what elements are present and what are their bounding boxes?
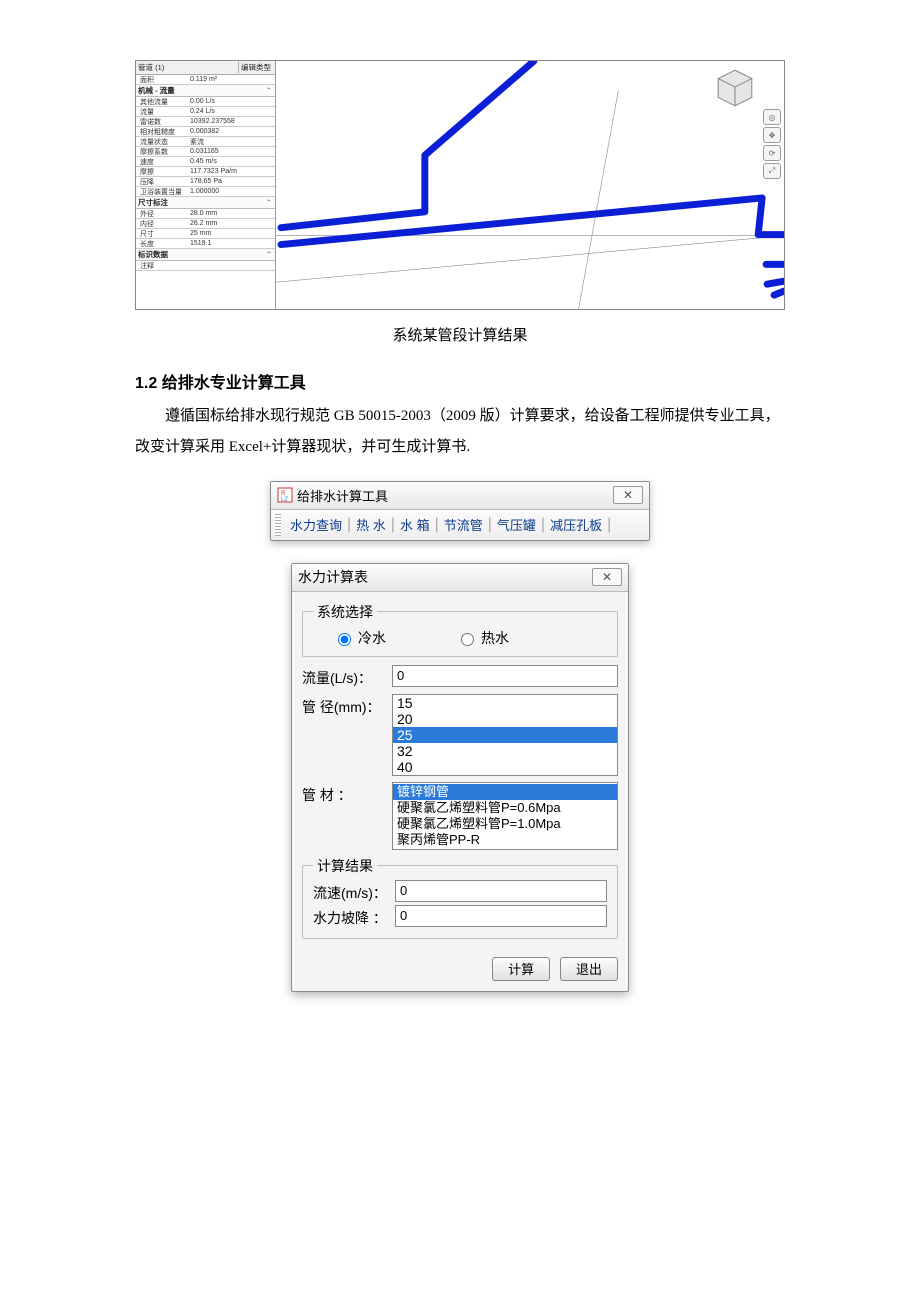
collapse-icon[interactable]: ⌃	[266, 250, 272, 259]
nav-orbit-icon[interactable]: ⟳	[763, 145, 781, 161]
list-item[interactable]: 40	[393, 759, 617, 775]
section-mech-flow[interactable]: 机械 - 流量⌃	[136, 85, 275, 97]
collapse-icon[interactable]: ⌃	[266, 86, 272, 95]
list-item[interactable]: 50	[393, 775, 617, 776]
list-item[interactable]: 25	[393, 727, 617, 743]
section-heading: 1.2 给排水专业计算工具	[135, 369, 785, 393]
close-button[interactable]: ✕	[613, 486, 643, 504]
paragraph: 遵循国标给排水现行规范 GB 50015-2003（2009 版）计算要求，给设…	[135, 401, 785, 463]
tool-water-tank[interactable]: 水 箱	[397, 515, 433, 534]
drainage-tool-toolbar: RLZ 给排水计算工具 ✕ 水力查询| 热 水| 水 箱| 节流管| 气压罐| …	[270, 481, 650, 541]
list-item[interactable]: 15	[393, 695, 617, 711]
group-label: 计算结果	[313, 856, 377, 876]
close-button[interactable]: ✕	[592, 568, 622, 586]
prop-key: 面积	[136, 75, 188, 85]
exit-button[interactable]: 退出	[560, 957, 618, 981]
revit-screenshot: 管道 (1) 编辑类型 面积0.119 m² 机械 - 流量⌃ 其他流量0.00…	[135, 60, 785, 310]
tool-pressure-tank[interactable]: 气压罐	[494, 515, 539, 534]
radio-cold[interactable]: 冷水	[333, 628, 386, 648]
tool-hydraulic-query[interactable]: 水力查询	[287, 515, 345, 534]
section-dimensions[interactable]: 尺寸标注⌃	[136, 197, 275, 209]
slope-output[interactable]	[395, 905, 607, 927]
app-icon: RLZ	[277, 487, 293, 503]
list-item[interactable]: 聚丙烯管PP-R	[393, 832, 617, 848]
toolbar-title: 给排水计算工具	[297, 486, 388, 505]
edit-type-button[interactable]: 编辑类型	[239, 62, 273, 73]
material-listbox[interactable]: 镀锌钢管 硬聚氯乙烯塑料管P=0.6Mpa 硬聚氯乙烯塑料管P=1.0Mpa 聚…	[392, 782, 618, 850]
list-item[interactable]: 20	[393, 711, 617, 727]
radio-cold-input[interactable]	[338, 633, 351, 646]
result-group: 计算结果 流速(m/s)： 水力坡降 ：	[302, 856, 618, 939]
view-cube[interactable]	[714, 67, 756, 109]
hydraulic-calc-dialog: 水力计算表 ✕ 系统选择 冷水 热水 流量(L/s)： 管 径(mm)： 15	[291, 563, 629, 992]
nav-tools: ◎ ✥ ⟳ ⤢	[763, 109, 781, 181]
system-select-group: 系统选择 冷水 热水	[302, 602, 618, 657]
list-item[interactable]: 硬聚氯乙烯塑料管P=1.0Mpa	[393, 816, 617, 832]
figure-caption: 系统某管段计算结果	[135, 324, 785, 345]
dialog-title: 水力计算表	[298, 567, 368, 587]
radio-hot[interactable]: 热水	[456, 628, 509, 648]
list-item[interactable]: 镀锌钢管	[393, 784, 617, 800]
tool-throttle-pipe[interactable]: 节流管	[441, 515, 486, 534]
prop-val: 0.119 m²	[188, 76, 275, 83]
diameter-listbox[interactable]: 15 20 25 32 40 50	[392, 694, 618, 776]
tool-hot-water[interactable]: 热 水	[353, 515, 389, 534]
label-diameter: 管 径(mm)：	[302, 694, 392, 717]
radio-hot-input[interactable]	[461, 633, 474, 646]
svg-text:LZ: LZ	[281, 497, 288, 503]
list-item[interactable]: 硬聚氯乙烯塑料管P=0.6Mpa	[393, 800, 617, 816]
velocity-output[interactable]	[395, 880, 607, 902]
tool-orifice-plate[interactable]: 减压孔板	[547, 515, 605, 534]
label-velocity: 流速(m/s)：	[313, 880, 395, 903]
flow-input[interactable]	[392, 665, 618, 687]
label-material: 管 材 ：	[302, 782, 392, 805]
element-type-dropdown[interactable]: 管道 (1)	[138, 62, 239, 73]
group-label: 系统选择	[313, 602, 377, 622]
label-slope: 水力坡降 ：	[313, 905, 395, 928]
properties-panel: 管道 (1) 编辑类型 面积0.119 m² 机械 - 流量⌃ 其他流量0.00…	[136, 61, 276, 309]
3d-viewport[interactable]: ◎ ✥ ⟳ ⤢	[276, 61, 784, 309]
section-identity[interactable]: 标识数据⌃	[136, 249, 275, 261]
nav-pan-icon[interactable]: ✥	[763, 127, 781, 143]
label-flow: 流量(L/s)：	[302, 665, 392, 688]
nav-zoom-icon[interactable]: ⤢	[763, 163, 781, 179]
collapse-icon[interactable]: ⌃	[266, 198, 272, 207]
calc-button[interactable]: 计算	[492, 957, 550, 981]
nav-wheel-icon[interactable]: ◎	[763, 109, 781, 125]
toolbar-grip-icon[interactable]	[275, 514, 281, 536]
list-item[interactable]: 32	[393, 743, 617, 759]
